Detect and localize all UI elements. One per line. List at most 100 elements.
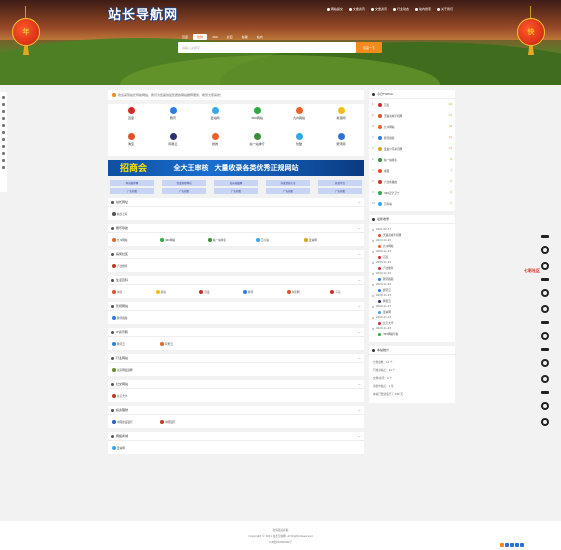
collapse-icon[interactable]: − [358, 330, 361, 335]
collapse-icon[interactable]: − [358, 304, 361, 309]
featured-site[interactable]: 九州网站 [278, 107, 320, 128]
site-link[interactable]: 九州网站 [112, 237, 150, 242]
featured-site[interactable]: 百度 [110, 107, 152, 128]
qq-icon[interactable] [505, 543, 509, 547]
collapse-icon[interactable]: − [358, 434, 361, 439]
home-icon[interactable] [2, 96, 5, 99]
featured-site[interactable]: 搜狗 [194, 132, 236, 154]
site-link[interactable]: 站长之家 [112, 211, 150, 216]
top10-row[interactable]: 9 360安全卫士 6 [369, 187, 455, 198]
back-to-top-icon[interactable] [520, 543, 524, 547]
top10-row[interactable]: 10 百年站 5 [369, 198, 455, 209]
ad-banner[interactable]: 招商会 全大王审核 大量收录各类优秀正规网站 [108, 160, 364, 176]
tag-link[interactable]: 外链资源大全 [266, 180, 310, 186]
site-link[interactable]: 淘宝 [112, 289, 146, 294]
chart-icon[interactable] [2, 103, 5, 106]
collapse-icon[interactable]: − [358, 382, 361, 387]
top-nav-item[interactable]: 网站提交 [326, 7, 343, 11]
star-icon[interactable] [2, 138, 5, 141]
top10-row[interactable]: 1 百度 22 [369, 99, 455, 110]
user-icon[interactable] [2, 145, 5, 148]
search-tab-active[interactable]: 搜狗 [193, 34, 208, 40]
collapse-icon[interactable]: − [358, 278, 361, 283]
mail-icon[interactable] [2, 152, 5, 155]
top-nav-item[interactable]: 站内搜索 [414, 7, 431, 11]
menu-icon[interactable] [2, 166, 5, 169]
site-link[interactable]: 腾讯视频 [112, 315, 150, 320]
site-logo[interactable]: 站长导航网 [108, 4, 178, 23]
search-input[interactable]: 请输入关键字 [178, 42, 356, 53]
tag-link[interactable]: 广告招租 [110, 188, 154, 194]
tag-link[interactable]: 广告招租 [214, 188, 258, 194]
featured-site[interactable]: 优酷 [278, 132, 320, 154]
featured-site[interactable]: 新浪网 [320, 107, 362, 128]
site-link[interactable]: 卖房网发展网 [112, 367, 150, 372]
site-link[interactable]: 阿里云 [160, 341, 198, 346]
site-link[interactable]: 京东 [330, 289, 364, 294]
search-button[interactable]: 百度一下 [356, 42, 382, 53]
tag-link[interactable]: 广告招租 [318, 188, 362, 194]
tag-link[interactable]: 广告招租 [266, 188, 310, 194]
site-link[interactable]: 爱站网 [112, 445, 150, 450]
site-link[interactable]: 爱站网 [304, 237, 342, 242]
site-link[interactable]: 腾讯 [243, 289, 277, 294]
footer-icp[interactable]: ICP备20200000号 [269, 540, 292, 544]
collapse-icon[interactable]: − [358, 252, 361, 257]
tag-link[interactable]: 百度推荐网站 [162, 180, 206, 186]
site-link[interactable]: 站一站排名 [208, 237, 246, 242]
section-header: 影视网站 − [108, 302, 364, 311]
featured-site[interactable]: 爱站网 [194, 107, 236, 128]
folder-icon[interactable] [2, 124, 5, 127]
site-link[interactable]: 中国建设银行 [112, 419, 150, 424]
top-nav-item[interactable]: 行业动态 [392, 7, 409, 11]
top10-row[interactable]: 7 搜狐 7 [369, 165, 455, 176]
site-link[interactable]: 北京大学 [112, 393, 150, 398]
collapse-icon[interactable]: − [358, 408, 361, 413]
gear-icon[interactable] [2, 159, 5, 162]
top10-row[interactable]: 5 爱站公司资讯网 13 [369, 143, 455, 154]
search-tab[interactable]: 站内 [253, 34, 267, 40]
share-icon[interactable] [500, 543, 504, 547]
featured-site[interactable]: 腾讯 [152, 107, 194, 128]
search-tab[interactable]: 谷歌 [238, 34, 252, 40]
site-link[interactable]: 新浪 [155, 289, 190, 294]
search-tab[interactable]: 必应 [223, 34, 237, 40]
tag-icon[interactable] [2, 131, 5, 134]
tag-link[interactable]: 站长收藏网 [214, 180, 258, 186]
top-nav-item[interactable]: 关于我们 [436, 7, 453, 11]
tag-link[interactable]: 本站推荐网 [110, 180, 154, 186]
wechat-icon[interactable] [515, 543, 519, 547]
featured-site[interactable]: 淘宝 [110, 132, 152, 154]
search-tab[interactable]: 360 [208, 34, 222, 40]
top10-row[interactable]: 6 站一站排名 8 [369, 154, 455, 165]
search-tab[interactable]: 百度 [178, 34, 192, 40]
collapse-icon[interactable]: − [358, 356, 361, 361]
site-link[interactable]: 淘宝网 [286, 289, 321, 294]
featured-site[interactable]: 腾讯网 [320, 132, 362, 154]
site-link[interactable]: 百万站 [256, 237, 294, 242]
featured-site[interactable]: 站一站排行 [236, 132, 278, 154]
site-link[interactable]: 卢比推荐 [112, 263, 150, 268]
list-icon[interactable] [2, 110, 5, 113]
top10-row[interactable]: 4 腾讯视频 14 [369, 132, 455, 143]
site-link[interactable]: 百度 [199, 289, 233, 294]
section-title: 站长网址 [116, 200, 129, 204]
timeline-item[interactable]: 360网站导航 [372, 331, 452, 337]
site-link[interactable]: 中国银行 [160, 419, 198, 424]
tag-link[interactable]: 广告招租 [162, 188, 206, 194]
footer-links[interactable]: 友情链接获取 [273, 528, 289, 532]
collapse-icon[interactable]: − [358, 200, 361, 205]
top10-row[interactable]: 3 九州网站 16 [369, 121, 455, 132]
top-nav-item[interactable]: 文章资讯 [370, 7, 387, 11]
top10-row[interactable]: 8 卢比在播放 6 [369, 176, 455, 187]
featured-site[interactable]: 网易云 [152, 132, 194, 154]
site-link[interactable]: 腾讯云 [112, 341, 150, 346]
top-nav-item[interactable]: 文章资讯 [348, 7, 365, 11]
featured-site[interactable]: 360网站 [236, 107, 278, 128]
weibo-icon[interactable] [510, 543, 514, 547]
tag-link[interactable]: 开发平台 [318, 180, 362, 186]
site-link[interactable]: 360网站 [160, 237, 198, 242]
collapse-icon[interactable]: − [358, 226, 361, 231]
link-icon[interactable] [2, 117, 5, 120]
top10-row[interactable]: 2 天猫商城手机网 37 [369, 110, 455, 121]
